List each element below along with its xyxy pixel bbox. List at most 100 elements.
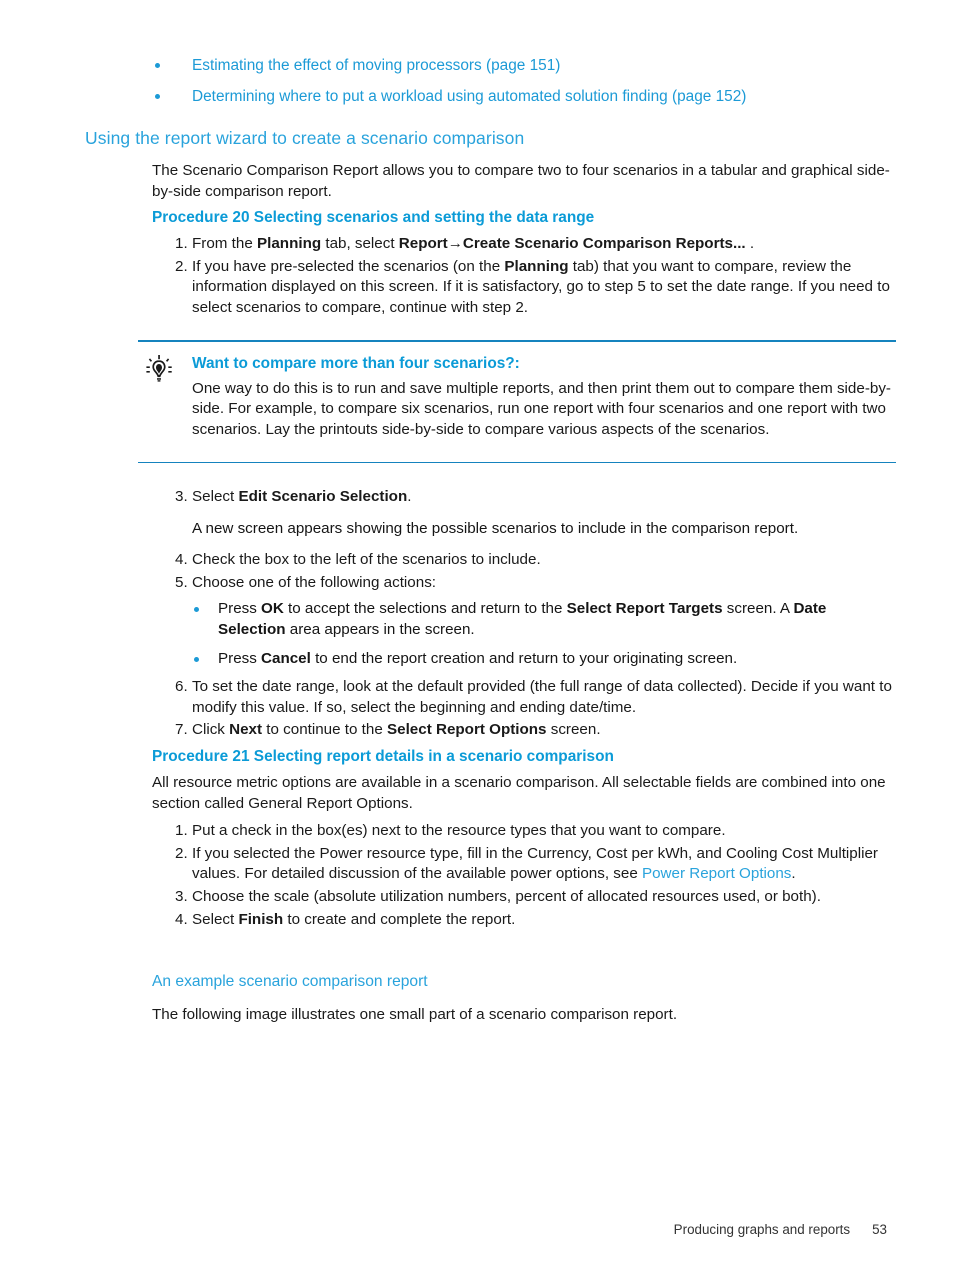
step-number: 7.: [175, 721, 188, 739]
cross-reference-link[interactable]: Estimating the effect of moving processo…: [192, 57, 560, 74]
procedure-20-steps-part2: 3. Select Edit Scenario Selection. A new …: [152, 487, 897, 743]
text-run: tab, select: [321, 235, 399, 252]
step-text: From the Planning tab, select Report→Cre…: [192, 235, 754, 252]
section-intro-paragraph: The Scenario Comparison Report allows yo…: [152, 161, 897, 202]
tip-body-text: One way to do this is to run and save mu…: [192, 379, 891, 438]
bold-term: Report→Create Scenario Comparison Report…: [398, 235, 746, 252]
step-number: 2.: [175, 844, 188, 862]
text-run: .: [745, 235, 755, 252]
step-number: 3.: [175, 887, 188, 905]
step-text: Choose the scale (absolute utilization n…: [192, 888, 821, 905]
bullet-text: Press Cancel to end the report creation …: [218, 650, 737, 667]
step-list-item: 3. Choose the scale (absolute utilization…: [152, 887, 897, 908]
bullet-icon: [155, 94, 160, 99]
footer-page-number: 53: [872, 1222, 887, 1237]
bold-term: Select Report Targets: [566, 600, 723, 618]
step-number: 6.: [175, 678, 188, 696]
procedure-20-steps-part1: 1. From the Planning tab, select Report→C…: [152, 234, 897, 320]
text-run: area appears in the screen.: [285, 620, 475, 638]
step-list-item: 1. Put a check in the box(es) next to the…: [152, 821, 897, 842]
bold-term: Next: [229, 721, 263, 739]
step-text: Select Edit Scenario Selection.: [192, 488, 411, 505]
example-section-block: An example scenario comparison report Th…: [152, 973, 897, 1026]
text-run: to create and complete the report.: [283, 910, 516, 928]
step-number: 2.: [175, 257, 188, 275]
step-list-item: 2. If you selected the Power resource typ…: [152, 844, 897, 885]
tip-callout-box: Want to compare more than four scenarios…: [138, 340, 896, 464]
document-page: Estimating the effect of moving processo…: [0, 0, 954, 1271]
procedure-heading-text: Procedure 20 Selecting scenarios and set…: [152, 209, 595, 226]
text-run: Check the box to the left of the scenari…: [192, 551, 541, 569]
step-text: Choose one of the following actions:: [192, 574, 436, 591]
step-text: If you have pre-selected the scenarios (…: [192, 258, 890, 316]
step-list-item: 2. If you have pre-selected the scenarios…: [152, 257, 897, 319]
step-number: 1.: [175, 822, 188, 840]
text-run: to accept the selections and return to t…: [283, 600, 567, 618]
text-run: .: [791, 865, 796, 883]
text-run: From the: [192, 235, 257, 252]
text-run: Press: [218, 600, 262, 618]
step-text: Check the box to the left of the scenari…: [192, 551, 541, 568]
step-list-item: 4. Check the box to the left of the scena…: [152, 550, 897, 571]
lightbulb-tip-icon: [144, 354, 174, 384]
ordered-step-list: 3. Select Edit Scenario Selection.: [152, 487, 897, 508]
tip-title: Want to compare more than four scenarios…: [192, 354, 520, 372]
ordered-step-list: 1. Put a check in the box(es) next to the…: [152, 821, 897, 930]
bullet-text: Press OK to accept the selections and re…: [218, 600, 826, 638]
cross-reference-link[interactable]: Determining where to put a workload usin…: [192, 88, 746, 105]
text-run: To set the date range, look at the defau…: [192, 678, 892, 716]
text-run: screen.: [546, 721, 601, 739]
text-run: Select: [192, 910, 239, 928]
tip-bottom-rule: [138, 461, 896, 464]
step-5-bullet-list: Press OK to accept the selections and re…: [152, 599, 897, 669]
procedure-20-heading: Procedure 20 Selecting scenarios and set…: [152, 208, 897, 228]
text-run: .: [407, 488, 412, 505]
step-3-note: A new screen appears showing the possibl…: [192, 519, 799, 537]
example-section-heading: An example scenario comparison report: [152, 973, 428, 990]
bold-term: Finish: [238, 910, 284, 928]
text-run: Choose one of the following actions:: [192, 573, 437, 591]
cross-reference-list: Estimating the effect of moving processo…: [152, 56, 932, 118]
text-run: Choose the scale (absolute utilization n…: [192, 887, 821, 905]
bold-term: Planning: [504, 257, 569, 275]
text-run: screen. A: [722, 600, 794, 618]
bullet-list-item: Press OK to accept the selections and re…: [152, 599, 897, 640]
procedure-21-intro: All resource metric options are availabl…: [152, 774, 886, 812]
page-footer: Producing graphs and reports 53: [0, 1222, 954, 1237]
step-number: 1.: [175, 235, 188, 252]
step-list-item: 5. Choose one of the following actions:: [152, 573, 897, 594]
text-run: Click: [192, 721, 230, 739]
bullet-icon: [194, 656, 199, 662]
inline-link[interactable]: Power Report Options: [642, 865, 791, 882]
footer-chapter-title: Producing graphs and reports: [673, 1222, 851, 1237]
procedure-21-heading: Procedure 21 Selecting report details in…: [152, 748, 614, 765]
example-section-body: The following image illustrates one smal…: [152, 1006, 678, 1023]
bold-term: Planning: [257, 235, 322, 252]
bold-term: OK: [261, 600, 284, 618]
paragraph-text: The Scenario Comparison Report allows yo…: [152, 162, 890, 200]
bullet-icon: [194, 607, 199, 613]
procedure-21-block: Procedure 21 Selecting report details in…: [152, 747, 897, 932]
section-heading: Using the report wizard to create a scen…: [85, 128, 525, 148]
bold-term: Edit Scenario Selection: [238, 488, 408, 505]
list-item[interactable]: Estimating the effect of moving processo…: [152, 56, 932, 76]
text-run: Press: [218, 649, 262, 667]
step-text: Select Finish to create and complete the…: [192, 911, 515, 928]
text-run: to continue to the: [262, 721, 388, 739]
text-run: to end the report creation and return to…: [310, 649, 738, 667]
step-number: 4.: [175, 551, 188, 569]
step-list-item: 1. From the Planning tab, select Report→C…: [152, 234, 897, 255]
step-text: Click Next to continue to the Select Rep…: [192, 721, 601, 738]
ordered-step-list: 4. Check the box to the left of the scena…: [152, 550, 897, 593]
step-number: 3.: [175, 488, 188, 505]
step-number: 5.: [175, 573, 188, 591]
bullet-icon: [155, 63, 160, 68]
bullet-list-item: Press Cancel to end the report creation …: [152, 649, 897, 670]
step-text: If you selected the Power resource type,…: [192, 845, 878, 883]
step-text: To set the date range, look at the defau…: [192, 678, 892, 716]
list-item[interactable]: Determining where to put a workload usin…: [152, 87, 932, 107]
step-number: 4.: [175, 910, 188, 928]
text-run: Put a check in the box(es) next to the r…: [192, 822, 726, 840]
step-list-item: 3. Select Edit Scenario Selection.: [152, 487, 897, 508]
text-run: Select: [192, 488, 239, 505]
